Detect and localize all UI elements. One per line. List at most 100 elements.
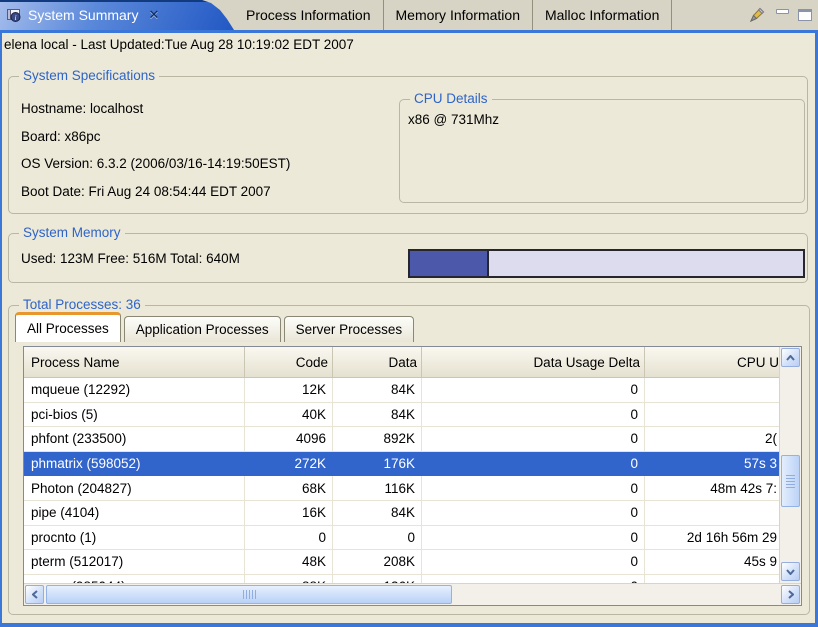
tab-all-processes[interactable]: All Processes xyxy=(15,312,121,342)
cell-data: 84K xyxy=(333,501,422,525)
os-version-field: OS Version: 6.3.2 (2006/03/16-14:19:50ES… xyxy=(21,156,290,171)
table-row[interactable]: phfont (233500) 4096 892K 0 2( xyxy=(24,427,779,452)
close-icon[interactable]: ✕ xyxy=(148,7,159,23)
table-row[interactable]: mqueue (12292) 12K 84K 0 xyxy=(24,378,779,403)
cell-data: 84K xyxy=(333,403,422,427)
view-tabbar: i System Summary ✕ Process Information M… xyxy=(0,0,818,30)
cell-delta: 0 xyxy=(422,526,645,550)
system-info-icon: i xyxy=(6,7,22,23)
hostname-field: Hostname: localhost xyxy=(21,101,143,116)
scroll-left-button[interactable] xyxy=(25,585,44,604)
cell-cpu: 45s 9 xyxy=(645,550,779,574)
table-header: Process Name Code Data Data Usage Delta … xyxy=(24,347,779,378)
scroll-down-button[interactable] xyxy=(781,562,800,581)
tab-process-information[interactable]: Process Information xyxy=(234,0,384,30)
cell-code: 40K xyxy=(245,403,333,427)
tab-server-processes[interactable]: Server Processes xyxy=(284,316,415,342)
table-row[interactable]: pci-bios (5) 40K 84K 0 xyxy=(24,403,779,428)
column-header-data-usage-delta[interactable]: Data Usage Delta xyxy=(422,347,645,377)
system-specifications-group: System Specifications Hostname: localhos… xyxy=(8,76,808,214)
cell-process-name: procnto (1) xyxy=(24,526,245,550)
horizontal-scroll-thumb[interactable] xyxy=(46,585,452,604)
group-title: CPU Details xyxy=(410,91,492,106)
cell-cpu: 57s 3 xyxy=(645,452,779,476)
view-accent-line xyxy=(0,30,818,33)
cell-cpu xyxy=(645,403,779,427)
cell-delta: 0 xyxy=(422,403,645,427)
group-title: System Specifications xyxy=(19,68,159,83)
cell-cpu xyxy=(645,501,779,525)
cell-delta: 0 xyxy=(422,575,645,583)
vertical-scrollbar[interactable] xyxy=(779,347,801,583)
system-memory-group: System Memory Used: 123M Free: 516M Tota… xyxy=(8,233,808,283)
cell-data: 176K xyxy=(333,452,422,476)
cell-code: 4096 xyxy=(245,427,333,451)
horizontal-scrollbar[interactable] xyxy=(24,583,801,605)
cell-process-name: phfont (233500) xyxy=(24,427,245,451)
table-row[interactable]: pipe (4104) 16K 84K 0 xyxy=(24,501,779,526)
cell-code: 88K xyxy=(245,575,333,583)
column-header-process-name[interactable]: Process Name xyxy=(24,347,245,377)
cell-data: 116K xyxy=(333,476,422,500)
table-row-partial[interactable]: qconn (985044) 88K 136K 0 xyxy=(24,575,779,583)
cell-data: 136K xyxy=(333,575,422,583)
process-table: Process Name Code Data Data Usage Delta … xyxy=(23,346,802,606)
tab-memory-information[interactable]: Memory Information xyxy=(384,0,533,30)
tab-application-processes[interactable]: Application Processes xyxy=(124,316,281,342)
table-body: mqueue (12292) 12K 84K 0 pci-bios (5) 40… xyxy=(24,378,779,583)
thumb-grip xyxy=(243,590,256,599)
minimize-button[interactable] xyxy=(776,9,789,14)
cell-data: 208K xyxy=(333,550,422,574)
cell-process-name: phmatrix (598052) xyxy=(24,452,245,476)
table-row-selected[interactable]: phmatrix (598052) 272K 176K 0 57s 3 xyxy=(24,452,779,477)
scroll-right-button[interactable] xyxy=(781,585,800,604)
cell-delta: 0 xyxy=(422,427,645,451)
cell-code: 68K xyxy=(245,476,333,500)
table-row[interactable]: procnto (1) 0 0 0 2d 16h 56m 29 xyxy=(24,526,779,551)
cell-process-name: pipe (4104) xyxy=(24,501,245,525)
tab-system-summary[interactable]: i System Summary ✕ xyxy=(0,0,234,30)
total-processes-group: Total Processes: 36 All Processes Applic… xyxy=(8,305,810,615)
chevron-right-icon xyxy=(788,590,794,599)
tab-malloc-information[interactable]: Malloc Information xyxy=(533,0,672,30)
cell-cpu: 2d 16h 56m 29 xyxy=(645,526,779,550)
column-header-code[interactable]: Code xyxy=(245,347,333,377)
table-row[interactable]: Photon (204827) 68K 116K 0 48m 42s 7: xyxy=(24,476,779,501)
process-tab-folder: All Processes Application Processes Serv… xyxy=(15,312,417,342)
cell-delta: 0 xyxy=(422,476,645,500)
scroll-up-button[interactable] xyxy=(781,348,800,367)
memory-summary-text: Used: 123M Free: 516M Total: 640M xyxy=(21,251,240,266)
view-border-bottom xyxy=(0,623,818,627)
cell-delta: 0 xyxy=(422,501,645,525)
cell-data: 892K xyxy=(333,427,422,451)
cell-cpu: 2( xyxy=(645,427,779,451)
cell-cpu: 48m 42s 7: xyxy=(645,476,779,500)
vertical-scroll-thumb[interactable] xyxy=(781,455,800,507)
cell-code: 48K xyxy=(245,550,333,574)
table-row[interactable]: pterm (512017) 48K 208K 0 45s 9 xyxy=(24,550,779,575)
group-title: Total Processes: 36 xyxy=(19,297,145,312)
cell-delta: 0 xyxy=(422,378,645,402)
boot-date-field: Boot Date: Fri Aug 24 08:54:44 EDT 2007 xyxy=(21,184,271,199)
thumb-grip xyxy=(786,475,795,488)
chevron-up-icon xyxy=(786,355,795,361)
cell-process-name: pterm (512017) xyxy=(24,550,245,574)
cell-code: 272K xyxy=(245,452,333,476)
cell-delta: 0 xyxy=(422,550,645,574)
log-pen-button[interactable] xyxy=(747,5,767,25)
inactive-view-tabs: Process Information Memory Information M… xyxy=(234,0,672,30)
cell-data: 0 xyxy=(333,526,422,550)
cell-code: 12K xyxy=(245,378,333,402)
memory-used-fill xyxy=(410,251,489,276)
view-border-left xyxy=(0,30,2,627)
column-header-cpu-usage[interactable]: CPU U xyxy=(645,347,779,377)
column-header-data[interactable]: Data xyxy=(333,347,422,377)
maximize-button[interactable] xyxy=(798,9,812,21)
cell-cpu xyxy=(645,378,779,402)
system-summary-view: i System Summary ✕ Process Information M… xyxy=(0,0,818,627)
cell-process-name: pci-bios (5) xyxy=(24,403,245,427)
group-title: System Memory xyxy=(19,225,125,240)
memory-usage-bar xyxy=(408,249,805,278)
target-status-line: elena local - Last Updated:Tue Aug 28 10… xyxy=(2,33,815,55)
cell-code: 16K xyxy=(245,501,333,525)
